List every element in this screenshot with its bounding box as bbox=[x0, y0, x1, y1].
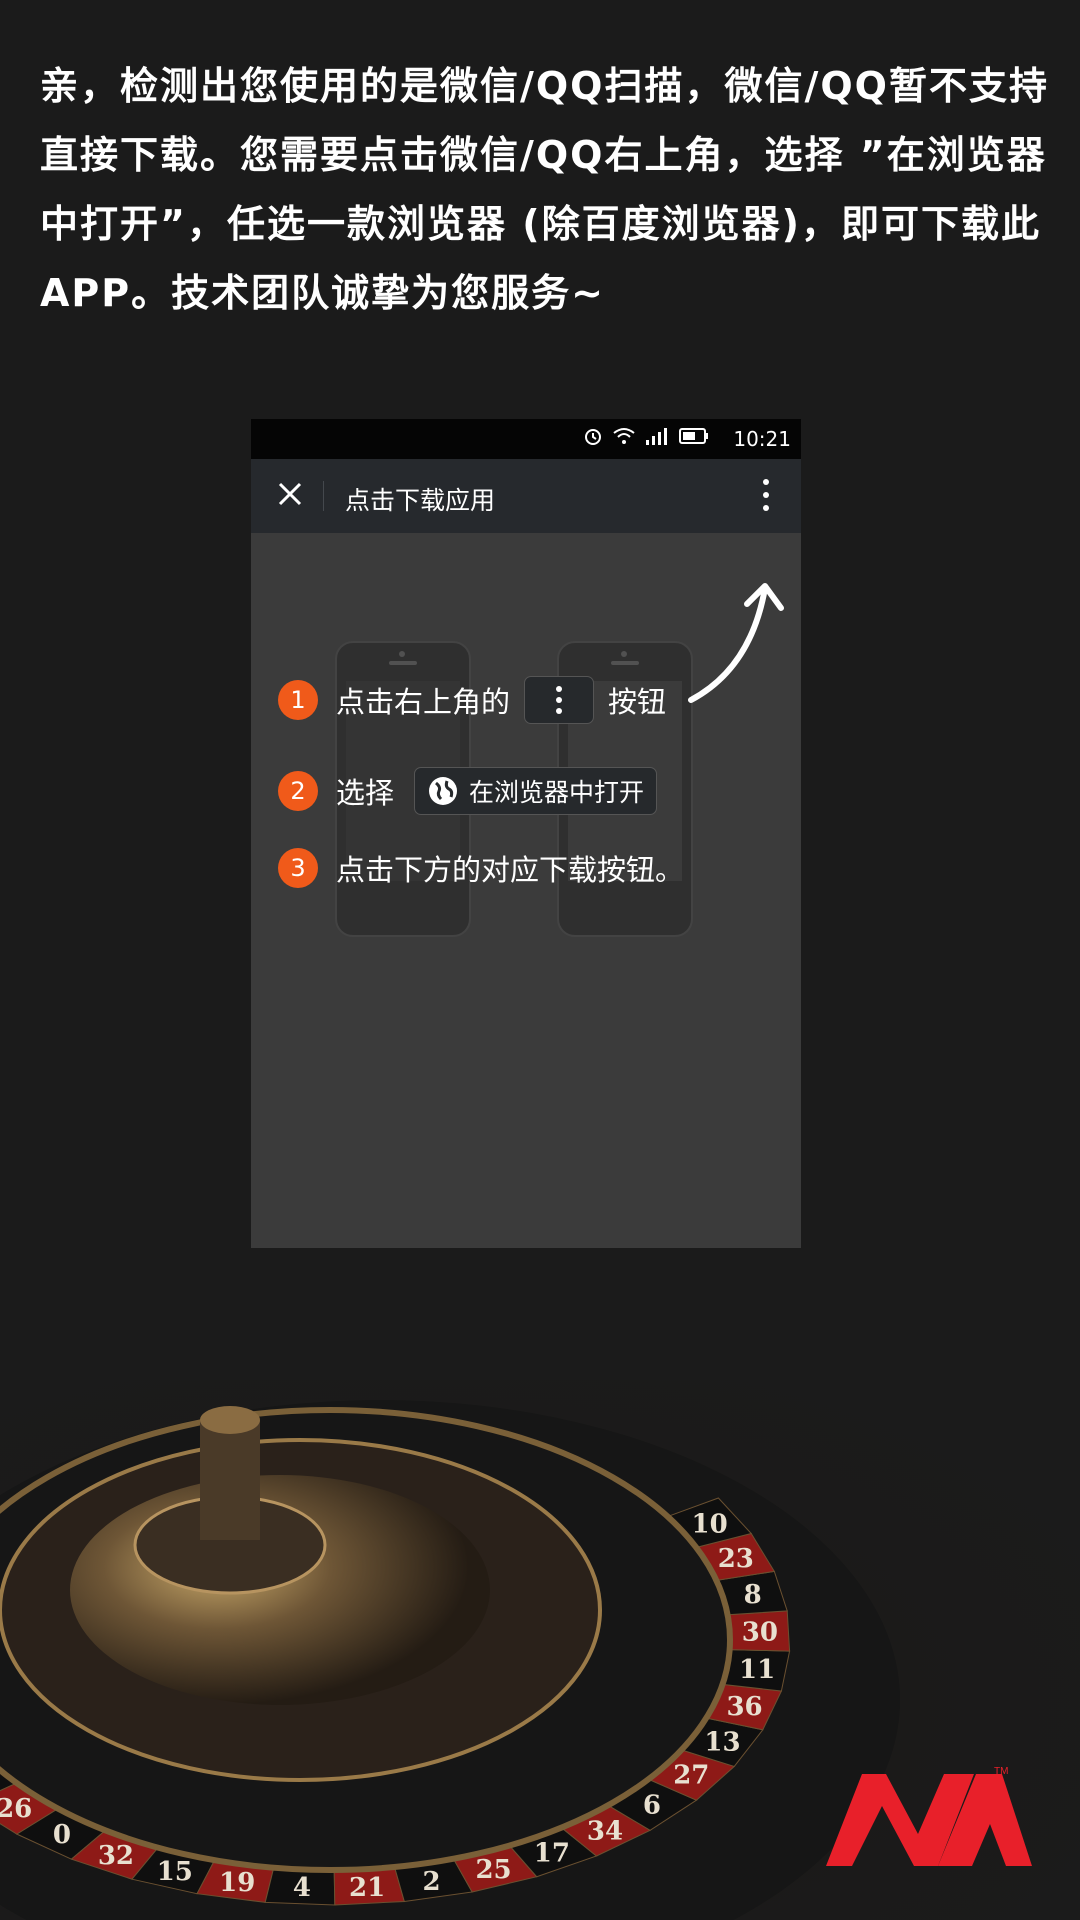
globe-icon bbox=[429, 777, 458, 805]
na-logo: TM bbox=[826, 1766, 1032, 1866]
nav-separator bbox=[323, 481, 324, 511]
status-icons bbox=[583, 426, 709, 446]
roulette-number: 19 bbox=[219, 1868, 255, 1898]
step-number-1: 1 bbox=[278, 680, 318, 720]
step-2: 2 选择 在浏览器中打开 bbox=[278, 767, 658, 815]
nav-title: 点击下载应用 bbox=[345, 486, 496, 515]
roulette-number: 30 bbox=[742, 1618, 778, 1648]
signal-icon bbox=[646, 428, 667, 445]
step-3-text: 点击下方的对应下载按钮。 bbox=[336, 853, 685, 887]
trademark-label: TM bbox=[994, 1766, 1008, 1777]
step-number-3: 3 bbox=[278, 848, 318, 888]
roulette-number: 27 bbox=[673, 1760, 709, 1790]
guide-overlay: 1 点击右上角的 按钮 2 选择 在浏览器中打开 3 点击下方的对应下载按钮。 bbox=[251, 533, 801, 1248]
alarm-icon bbox=[585, 429, 601, 445]
roulette-number: 10 bbox=[691, 1509, 727, 1539]
status-time: 10:21 bbox=[733, 427, 791, 451]
more-menu-icon bbox=[556, 686, 563, 714]
roulette-number: 21 bbox=[349, 1873, 385, 1903]
roulette-number: 32 bbox=[98, 1841, 134, 1871]
more-menu-icon[interactable] bbox=[761, 477, 771, 513]
notice-text: 亲，检测出您使用的是微信/QQ扫描，微信/QQ暂不支持直接下载。您需要点击微信/… bbox=[40, 64, 1049, 315]
roulette-number: 34 bbox=[587, 1816, 623, 1846]
status-bar: 10:21 bbox=[251, 419, 801, 459]
roulette-number: 17 bbox=[534, 1838, 570, 1868]
roulette-number: 15 bbox=[157, 1857, 193, 1887]
roulette-number: 13 bbox=[704, 1727, 740, 1757]
roulette-number: 11 bbox=[739, 1655, 775, 1685]
step-number-2: 2 bbox=[278, 771, 318, 811]
step-2-text: 选择 bbox=[336, 776, 395, 810]
step-1-text: 点击右上角的 bbox=[336, 685, 511, 719]
step-3: 3 点击下方的对应下载按钮。 bbox=[278, 847, 684, 889]
roulette-number: 26 bbox=[0, 1794, 32, 1824]
menu-button-illustration bbox=[524, 676, 595, 724]
roulette-number: 36 bbox=[726, 1692, 762, 1722]
nav-bar: 点击下载应用 bbox=[251, 459, 801, 533]
open-in-browser-label: 在浏览器中打开 bbox=[469, 778, 645, 807]
wifi-icon bbox=[613, 428, 635, 444]
roulette-number: 23 bbox=[718, 1544, 754, 1574]
roulette-number: 25 bbox=[475, 1855, 511, 1885]
curved-arrow-icon bbox=[688, 583, 784, 703]
roulette-number: 0 bbox=[53, 1820, 71, 1850]
open-in-browser-illustration: 在浏览器中打开 bbox=[414, 767, 658, 815]
roulette-number: 2 bbox=[422, 1867, 440, 1897]
roulette-number: 6 bbox=[643, 1790, 661, 1820]
step-1-suffix: 按钮 bbox=[608, 685, 667, 719]
phone-screenshot: 10:21 点击下载应用 1 点击右上角的 按钮 2 选择 在浏览器中打开 3 … bbox=[251, 419, 801, 1248]
close-icon[interactable] bbox=[273, 477, 307, 511]
step-1: 1 点击右上角的 按钮 bbox=[278, 676, 666, 724]
roulette-number: 8 bbox=[744, 1580, 762, 1610]
battery-icon bbox=[679, 428, 708, 444]
roulette-number: 4 bbox=[293, 1873, 311, 1903]
